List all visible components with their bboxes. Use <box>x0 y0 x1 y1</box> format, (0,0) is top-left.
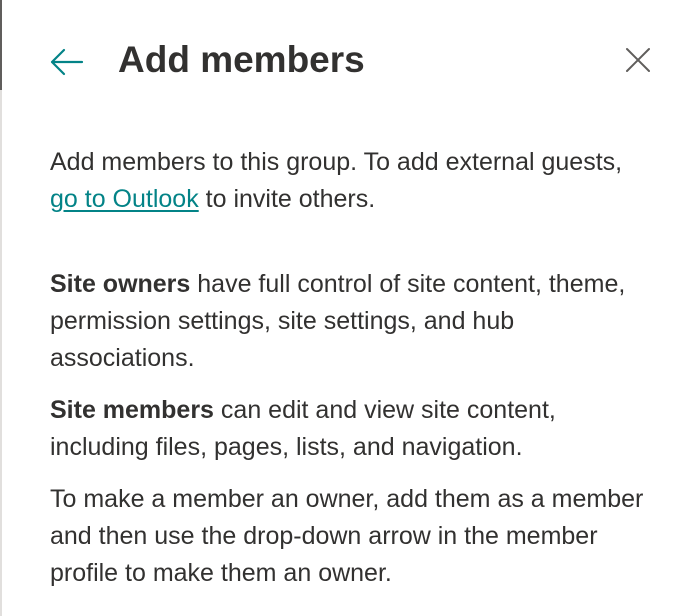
intro-paragraph: Add members to this group. To add extern… <box>50 144 650 218</box>
close-button[interactable] <box>618 40 658 80</box>
intro-text-end: to invite others. <box>198 185 376 213</box>
site-members-paragraph: Site members can edit and view site cont… <box>50 392 650 466</box>
panel-content: Add members to this group. To add extern… <box>50 144 650 592</box>
site-owners-label: Site owners <box>50 270 191 298</box>
go-to-outlook-link[interactable]: go to Outlook <box>50 185 199 213</box>
site-owners-paragraph: Site owners have full control of site co… <box>50 266 650 377</box>
owner-tip-paragraph: To make a member an owner, add them as a… <box>50 485 644 587</box>
arrow-left-icon <box>50 48 84 76</box>
site-members-label: Site members <box>50 396 214 424</box>
close-icon <box>626 48 650 72</box>
panel-header: Add members <box>0 0 682 120</box>
back-button[interactable] <box>46 42 86 82</box>
intro-text: Add members to this group. To add extern… <box>50 148 623 176</box>
panel-title: Add members <box>118 39 365 80</box>
